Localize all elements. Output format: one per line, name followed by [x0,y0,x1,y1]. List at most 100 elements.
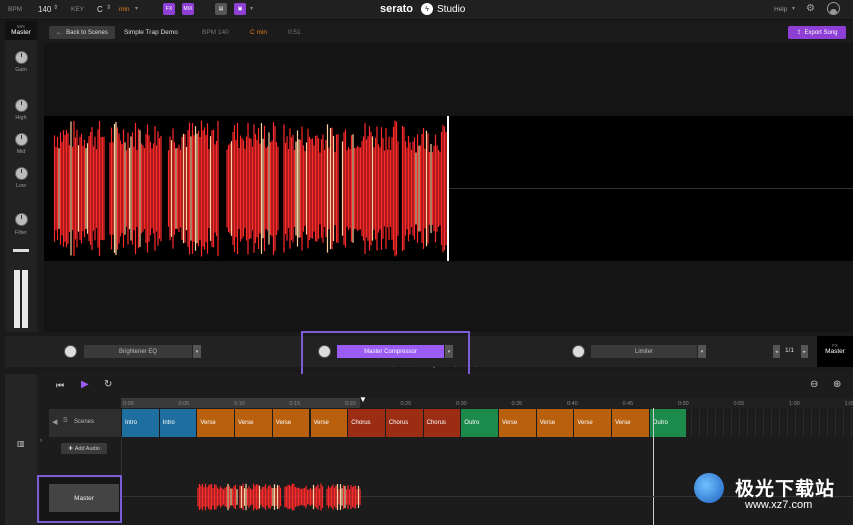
ruler-tick-label: 0:55 [733,401,745,407]
solo-icon[interactable]: S [63,417,68,424]
fx-page-prev-icon[interactable]: ◂ [773,345,780,358]
watermark-url: www.xz7.com [745,499,813,511]
scenes-track-header[interactable]: ◀ S Scenes [49,409,121,437]
chevron-down-icon[interactable]: ▾ [135,5,138,12]
key-mode[interactable]: min [119,6,129,13]
help-chevron-icon[interactable]: ▾ [792,5,795,12]
back-to-scenes-button[interactable]: ← Back to Scenes [49,26,115,39]
key-value[interactable]: C [97,5,103,14]
filter-knob[interactable] [15,213,28,226]
scene-block[interactable]: Verse [235,409,272,437]
playhead[interactable] [447,116,449,261]
watermark-logo [694,473,724,503]
mix-button[interactable]: MIX [182,3,194,15]
ruler-tick-label: 1:00 [789,401,800,407]
ruler-tick-label: 0:50 [678,401,689,407]
fx-panel-title: Master [825,348,845,355]
scene-block[interactable]: Verse [499,409,536,437]
scene-block[interactable]: Chorus [385,409,423,437]
ruler-tick-label: 0:30 [456,401,467,407]
speaker-icon[interactable]: ◀ [52,418,57,426]
watermark-text: 极光下载站 [735,479,836,500]
library-toggle[interactable]: ▥ [5,374,37,525]
scene-block[interactable]: Verse [574,409,612,437]
fx-slot-3[interactable]: Limiter [591,345,697,358]
playhead-marker-icon[interactable]: ▼ [359,396,367,404]
fx-page-indicator: 1/1 [785,347,795,354]
ruler-tick-label: 0:45 [622,401,634,407]
save-icon[interactable]: ▤ [215,3,227,15]
back-label: Back to Scenes [66,29,108,36]
ruler-tick-label: 0:35 [511,401,523,407]
scene-block[interactable]: Intro [159,409,197,437]
gain-label: Gain [15,67,27,73]
fx-button[interactable]: FX [163,3,175,15]
filter-label: Filter [14,230,28,236]
zoom-out-icon[interactable]: ⊖ [810,379,818,390]
fx-slot-1[interactable]: Brightener EQ [84,345,192,358]
scene-block[interactable]: Intro [122,409,159,437]
highlight-master [37,475,122,523]
mid-eq-knob[interactable] [15,133,28,146]
ruler-tick-label: 0:05 [178,401,190,407]
high-eq-knob[interactable] [15,99,28,112]
volume-fader-handle[interactable] [13,249,29,252]
arranger-panel [5,374,853,525]
scene-block[interactable]: Verse [536,409,574,437]
bpm-value[interactable]: 140 [38,5,51,14]
mid-label: Mid [16,149,26,155]
scene-block[interactable]: Verse [612,409,649,437]
export-song-button[interactable]: ⇪ Export Song [788,26,846,39]
help-menu[interactable]: Help [774,6,787,13]
export-icon: ⇪ [796,30,802,36]
scene-block[interactable]: Chorus [423,409,461,437]
scene-block[interactable]: Verse [310,409,348,437]
master-lane-waveform [197,483,361,511]
fx-panel-tab[interactable]: FX Master [817,336,853,367]
limiter-knob[interactable] [572,345,585,358]
ruler-tick-label: 0:20 [345,401,356,407]
mixer-header: MIX Master [5,21,37,40]
add-audio-button[interactable]: ✚ Add Audio [61,443,107,454]
product-name: Studio [437,4,466,15]
ruler-tick-label: 0:10 [234,401,245,407]
project-bpm: BPM 140 [202,29,229,36]
fx-slot-1-chevron-icon[interactable]: ▾ [193,345,201,358]
mixer-strip: MIX Master Gain High Mid Low Filter [5,21,37,332]
fx-slot-3-chevron-icon[interactable]: ▾ [698,345,706,358]
skip-back-icon[interactable]: ⏮ [56,380,64,391]
empty-scene-area [691,409,853,437]
ruler-tick-label: 0:25 [400,401,412,407]
add-audio-icon: ✚ [68,445,73,452]
waveform-baseline [449,188,853,189]
share-chevron-icon[interactable]: ▾ [250,5,253,12]
export-label: Export Song [804,29,838,36]
play-icon[interactable]: ▶ [81,379,89,390]
mixer-title: Master [11,29,31,36]
ruler-tick-label: 0:00 [123,401,134,407]
scene-block[interactable]: Outro [461,409,498,437]
zoom-in-icon[interactable]: ⊕ [833,379,841,390]
expand-chevron-icon[interactable]: › [40,438,42,444]
brand-logo: serato [380,3,414,15]
waveform-lane[interactable] [44,116,853,261]
master-waveform [53,120,447,257]
scene-block[interactable]: Verse [272,409,310,437]
scene-block[interactable]: Chorus [348,409,385,437]
bolt-icon: ϟ [421,3,433,15]
avatar[interactable] [827,2,840,15]
loop-icon[interactable]: ↻ [104,379,112,390]
fx-page-next-icon[interactable]: ▸ [801,345,808,358]
scene-block[interactable]: Outro [649,409,687,437]
scene-block[interactable]: Verse [197,409,235,437]
add-audio-label: Add Audio [74,445,100,452]
gain-knob[interactable] [15,51,28,64]
low-eq-knob[interactable] [15,167,28,180]
twitch-icon[interactable]: ▣ [234,3,246,15]
brightener-knob[interactable] [64,345,77,358]
ruler-tick-label: 0:15 [289,401,301,407]
bpm-stepper-icon[interactable]: ⇕ [53,4,58,11]
gear-icon[interactable]: ⚙ [806,3,815,14]
low-label: Low [15,183,27,189]
key-stepper-icon[interactable]: ⇕ [106,4,111,11]
